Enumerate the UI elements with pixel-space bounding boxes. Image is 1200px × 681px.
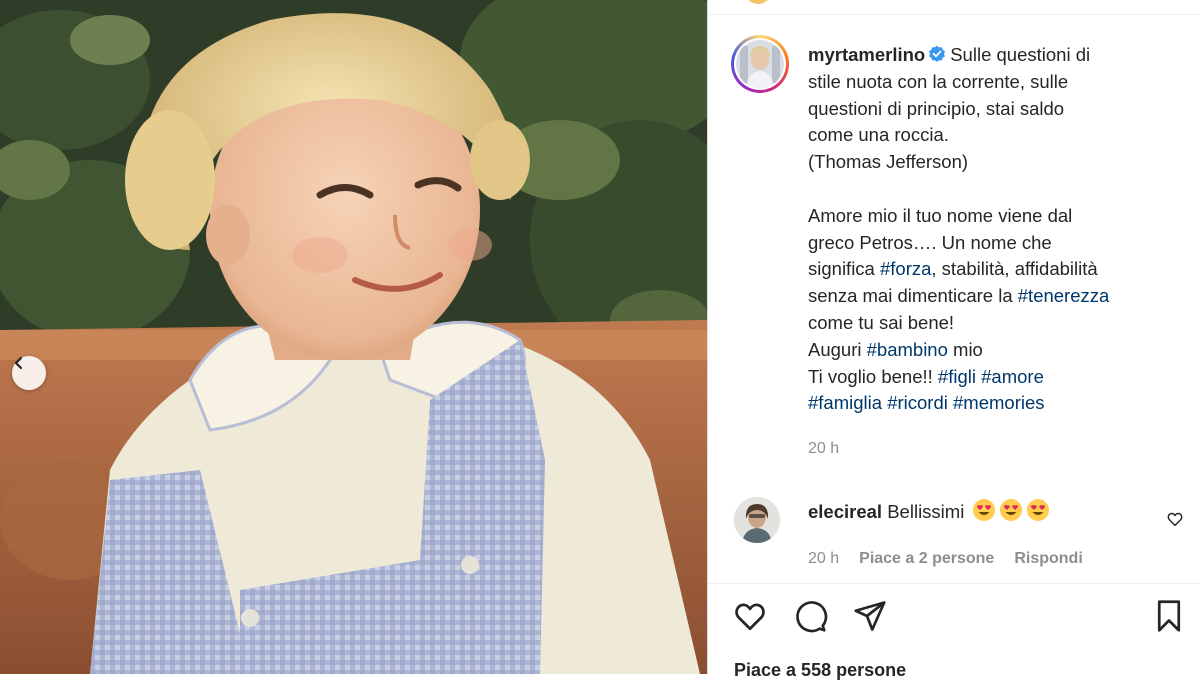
caption-text: Sulle questioni di bbox=[950, 44, 1091, 65]
hashtag-link[interactable]: #memories bbox=[953, 392, 1045, 413]
caption-line: #famiglia #ricordi #memories bbox=[808, 390, 1178, 417]
bookmark-icon[interactable] bbox=[1151, 598, 1187, 634]
comment: elecireal Bellissimi bbox=[808, 498, 1050, 525]
comment-meta: 20 h Piace a 2 persone Rispondi bbox=[808, 550, 1083, 568]
post-photo bbox=[0, 0, 707, 674]
hashtag-link[interactable]: #figli bbox=[938, 366, 976, 387]
comment-icon[interactable] bbox=[792, 598, 828, 634]
caption-text: come una roccia. bbox=[808, 124, 949, 146]
heart-eyes-emoji-icon bbox=[1027, 499, 1050, 521]
hashtag-link[interactable]: #tenerezza bbox=[1018, 285, 1110, 306]
caption-line: questioni di principio, stai saldo bbox=[808, 96, 1178, 123]
paper-plane-icon[interactable] bbox=[852, 598, 888, 634]
caption-text: senza mai dimenticare la bbox=[808, 285, 1018, 307]
caption-line: stile nuota con la corrente, sulle bbox=[808, 69, 1178, 96]
caption-line: Auguri #bambino mio bbox=[808, 337, 1178, 364]
post-caption: myrtamerlino Sulle questioni di stile nuo… bbox=[808, 42, 1178, 417]
previous-image-button[interactable] bbox=[12, 356, 46, 390]
caption-line: come tu sai bene! bbox=[808, 310, 1178, 337]
caption-text: greco Petros…. Un nome che bbox=[808, 231, 1052, 253]
caption-text: come tu sai bene! bbox=[808, 311, 955, 333]
hashtag-link[interactable]: #amore bbox=[981, 366, 1044, 387]
heart-eyes-emoji-icon bbox=[973, 499, 996, 521]
header-avatar-partial bbox=[744, 0, 772, 4]
hashtag-link[interactable]: #forza bbox=[880, 258, 931, 279]
hashtag-link[interactable]: #famiglia bbox=[808, 392, 882, 413]
caption-line: significa #forza, stabilità, affidabilit… bbox=[808, 256, 1178, 283]
actions-separator bbox=[708, 583, 1200, 584]
author-avatar-image bbox=[736, 40, 784, 88]
comment-time: 20 h bbox=[808, 550, 840, 567]
post-panel: myrtamerlino Sulle questioni di stile nuo… bbox=[708, 0, 1200, 680]
author-avatar[interactable] bbox=[731, 35, 789, 93]
caption-text: Auguri bbox=[808, 338, 867, 360]
caption-line: (Thomas Jefferson) bbox=[808, 149, 1178, 176]
hashtag-link[interactable]: #ricordi bbox=[887, 392, 948, 413]
caption-line: Amore mio il tuo nome viene dal bbox=[808, 203, 1178, 230]
commenter-username[interactable]: elecireal bbox=[808, 501, 882, 522]
reply-button[interactable]: Rispondi bbox=[1014, 550, 1082, 568]
author-username[interactable]: myrtamerlino bbox=[808, 44, 925, 65]
caption-text: stile nuota con la corrente, sulle bbox=[808, 70, 1069, 92]
caption-text: (Thomas Jefferson) bbox=[808, 151, 969, 173]
comment-like-heart-icon[interactable] bbox=[1166, 510, 1184, 528]
caption-line: greco Petros…. Un nome che bbox=[808, 230, 1178, 257]
verified-badge-icon bbox=[929, 45, 946, 62]
caption-text: Amore mio il tuo nome viene dal bbox=[808, 204, 1073, 226]
caption-text: mio bbox=[947, 338, 983, 360]
caption-first-line: myrtamerlino Sulle questioni di bbox=[808, 42, 1178, 69]
child-photo-illustration bbox=[0, 0, 707, 674]
comment-text: Bellissimi bbox=[887, 501, 965, 522]
caption-text: questioni di principio, stai saldo bbox=[808, 97, 1065, 119]
caption-line: Ti voglio bene!! #figli #amore bbox=[808, 364, 1178, 391]
caption-line: senza mai dimenticare la #tenerezza bbox=[808, 283, 1178, 310]
caption-text: , stabilità, affidabilità bbox=[931, 258, 1098, 280]
heart-icon[interactable] bbox=[732, 598, 768, 634]
commenter-avatar[interactable] bbox=[734, 497, 780, 543]
heart-eyes-emoji-icon bbox=[1000, 499, 1023, 521]
header-separator bbox=[708, 14, 1200, 15]
chevron-left-icon bbox=[14, 356, 23, 370]
likes-count[interactable]: Piace a 558 persone bbox=[734, 660, 906, 681]
comment-likes-link[interactable]: Piace a 2 persone bbox=[859, 550, 994, 568]
post-time: 20 h bbox=[808, 440, 840, 457]
caption-text: Ti voglio bene!! bbox=[808, 365, 938, 387]
caption-line: come una roccia. bbox=[808, 122, 1178, 149]
hashtag-link[interactable]: #bambino bbox=[867, 339, 948, 360]
caption-text: significa bbox=[808, 258, 880, 280]
